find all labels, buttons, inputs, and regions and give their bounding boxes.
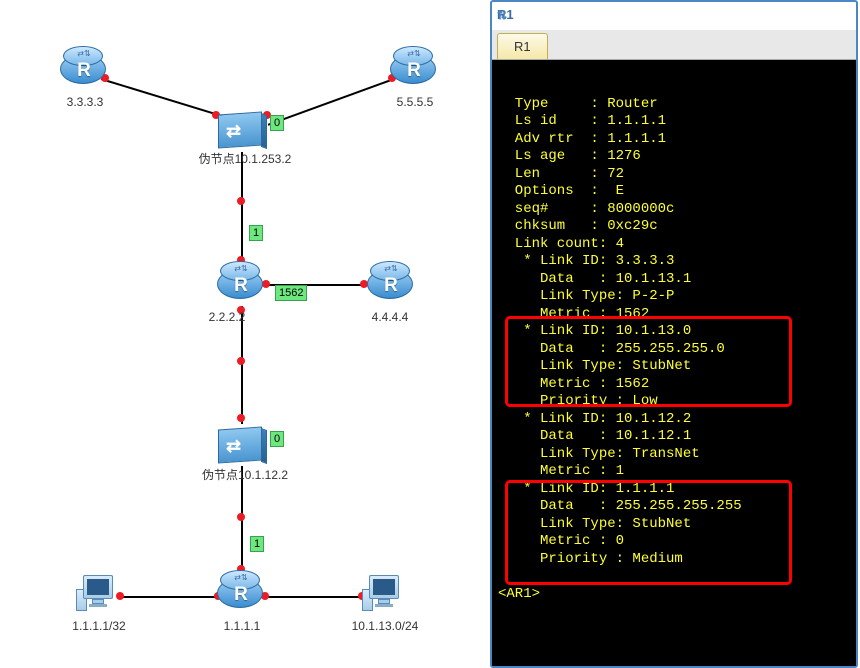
- pc-label: 10.1.13.0/24: [340, 619, 430, 633]
- switch-label: 伪节点10.1.12.2: [180, 466, 310, 483]
- router-label: 3.3.3.3: [50, 95, 120, 109]
- tab-r1[interactable]: R1: [497, 33, 548, 59]
- terminal-output[interactable]: Type : Router Ls id : 1.1.1.1 Adv rtr : …: [492, 60, 856, 666]
- router-node[interactable]: ⇄⇅R: [217, 260, 265, 308]
- topology-diagram: ⇄⇅R 3.3.3.3 ⇄⇅R 5.5.5.5 ⇄⇅R 2.2.2.2 ⇄⇅R …: [0, 0, 490, 668]
- router-label: 2.2.2.2: [202, 310, 252, 324]
- pc-node[interactable]: [362, 575, 406, 619]
- link: [241, 152, 243, 267]
- link: [260, 596, 367, 598]
- metric-badge: 1562: [275, 285, 307, 301]
- tab-bar: R1: [492, 30, 856, 60]
- port-dot: [237, 357, 245, 365]
- router-node[interactable]: ⇄⇅R: [217, 569, 265, 617]
- window-title: ⇄ R1: [497, 7, 514, 22]
- link-icon: ⇄: [495, 9, 509, 19]
- switch-node[interactable]: ⇄: [218, 420, 266, 468]
- link: [117, 596, 224, 598]
- metric-badge: 1: [250, 536, 264, 552]
- router-node[interactable]: ⇄⇅R: [390, 45, 438, 93]
- terminal-window: ⇄ R1 R1 Type : Router Ls id : 1.1.1.1 Ad…: [490, 0, 858, 668]
- port-dot: [237, 513, 245, 521]
- router-label: 1.1.1.1: [212, 619, 272, 633]
- metric-badge: 0: [270, 431, 284, 447]
- metric-badge: 1: [249, 225, 263, 241]
- pc-label: 1.1.1.1/32: [54, 619, 144, 633]
- link: [268, 78, 395, 126]
- router-label: 5.5.5.5: [380, 95, 450, 109]
- router-label: 4.4.4.4: [360, 310, 420, 324]
- switch-node[interactable]: ⇄: [218, 105, 266, 153]
- pc-node[interactable]: [76, 575, 120, 619]
- metric-badge: 0: [270, 115, 284, 131]
- router-node[interactable]: ⇄⇅R: [367, 260, 415, 308]
- port-dot: [237, 197, 245, 205]
- switch-label: 伪节点10.1.253.2: [180, 150, 310, 167]
- router-node[interactable]: ⇄⇅R: [60, 45, 108, 93]
